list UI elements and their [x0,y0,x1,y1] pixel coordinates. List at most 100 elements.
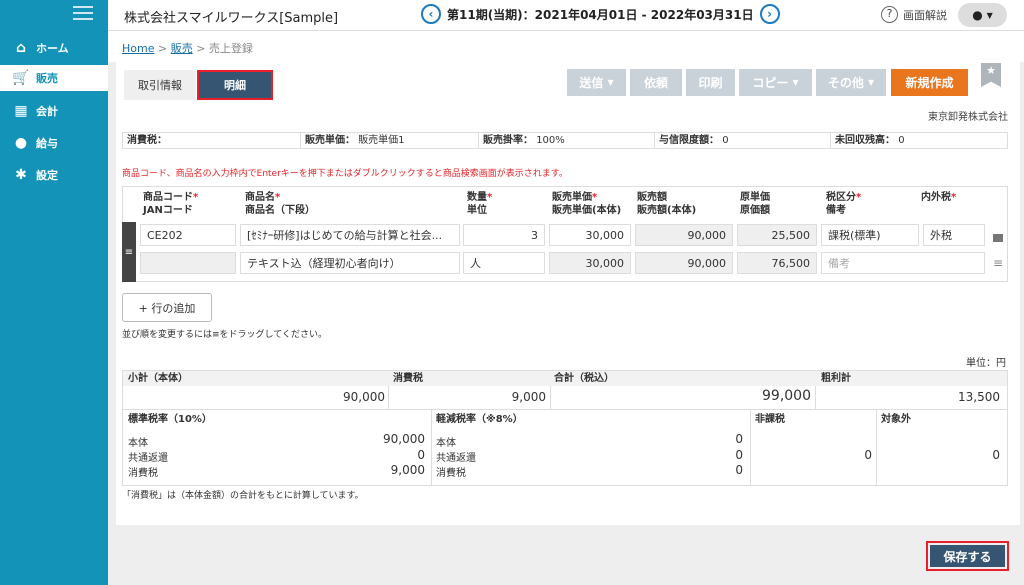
sidebar-item-label: 設定 [36,169,58,182]
user-icon: ● [972,8,983,22]
cost-input[interactable]: 25,500 [737,224,817,246]
required-mark: * [592,192,598,203]
question-icon: ? [881,6,898,23]
money-bag-icon: ● [14,135,28,151]
info-value: 100% [536,135,565,146]
qty-input[interactable]: 3 [463,224,545,246]
col-label: 販売単価(本体) [552,205,622,216]
tab-detail[interactable]: 明細 [197,70,273,100]
col-label: 販売単価 [552,192,592,203]
divider [550,386,551,409]
col-label: 税区分 [826,192,856,203]
sidebar-item-label: 会計 [36,105,58,118]
amount-field: 90,000 [635,224,733,246]
std-rate-label: 標準税率（10%） [128,414,212,425]
comment-icon[interactable] [993,234,1003,242]
add-row-button[interactable]: + 行の追加 [122,293,212,322]
info-credit: 与信限度額： 0 [655,133,831,148]
sidebar-item-accounting[interactable]: ▦ 会計 [0,98,108,124]
subtotal-value: 90,000 [343,390,385,404]
info-label: 販売掛率： [483,135,533,146]
request-button[interactable]: 依頼 [630,69,682,96]
std-rebate-label: 共通返還 [128,453,168,464]
sidebar-item-payroll[interactable]: ● 給与 [0,130,108,156]
jan-input[interactable] [140,252,236,274]
gross-label: 粗利計 [821,373,851,384]
info-value: 販売単価1 [358,135,405,146]
total-value: 99,000 [762,388,811,404]
sidebar-item-sales[interactable]: 🛒 販売 [0,65,108,91]
chevron-down-icon: ▼ [792,78,799,87]
tax-breakdown-row [123,409,1007,424]
user-menu-button[interactable]: ● ▼ [958,3,1007,27]
breadcrumb-home-link[interactable]: Home [122,42,154,55]
tax-total-label: 消費税 [393,373,423,384]
required-mark: * [487,192,493,203]
breadcrumb-separator: > [196,42,206,55]
info-tax: 消費税： [123,133,301,148]
total-label: 合計（税込） [554,373,614,384]
tax-incl-select[interactable]: 外税 [923,224,985,246]
unit-input[interactable]: 人 [463,252,545,274]
col-label: 商品名（下段） [245,205,315,216]
other-button[interactable]: その他 ▼ [816,69,886,96]
save-label: 保存する [930,545,1005,567]
col-label: 単位 [467,205,487,216]
next-period-button[interactable]: › [759,4,780,24]
red-tax-label: 消費税 [436,468,466,479]
info-value: 0 [898,135,905,146]
std-tax-label: 消費税 [128,468,158,479]
col-header-qty: 数量* 単位 [467,191,492,217]
info-rate: 販売掛率： 100% [479,133,655,148]
sidebar-item-settings[interactable]: ✱ 設定 [0,162,108,188]
tab-transaction-info[interactable]: 取引情報 [124,70,196,100]
price-ex-field: 30,000 [549,252,631,274]
col-header-price: 販売単価* 販売単価(本体) [552,191,621,217]
col-header-tax: 税区分* 備考 [826,191,861,217]
breadcrumb-sales-link[interactable]: 販売 [171,42,193,55]
send-button[interactable]: 送信 ▼ [567,69,626,96]
search-warning: 商品コード、商品名の入力枠内でEnterキーを押下またはダブルクリックすると商品… [122,169,568,179]
sidebar-item-home[interactable]: ⌂ ホーム [0,35,108,61]
cost-amount-field: 76,500 [737,252,817,274]
row-drag-handle[interactable]: ≡ [122,222,136,282]
new-create-button[interactable]: 新規作成 [891,69,968,96]
col-header-incl: 内外税* [921,191,956,204]
tax-footnote: 「消費税」は（本体金額）の合計をもとに計算しています。 [122,491,364,501]
totals-table: 小計（本体） 消費税 合計（税込） 粗利計 90,000 9,000 99,00… [122,370,1008,486]
code-input[interactable]: CE202 [140,224,236,246]
other-label: その他 [827,76,864,90]
help-button[interactable]: ? 画面解説 [881,6,947,23]
red-body-label: 本体 [436,438,456,449]
info-label: 未回収残高： [835,135,895,146]
subtotal-label: 小計（本体） [128,373,188,384]
chevron-down-icon: ▼ [607,78,614,87]
tax-category-select[interactable]: 課税(標準) [821,224,919,246]
price-input[interactable]: 30,000 [549,224,631,246]
sidebar-item-label: 給与 [36,137,58,150]
col-label: JANコード [143,205,193,216]
nontax-value: 0 [864,448,872,462]
gross-value: 13,500 [958,390,1000,404]
nontax-label: 非課税 [755,414,785,425]
print-button[interactable]: 印刷 [686,69,735,96]
name2-input[interactable]: テキスト込（経理初心者向け） [240,252,460,274]
col-label: 商品名 [245,192,275,203]
top-header: 株式会社スマイルワークス[Sample] ‹ 第11期(当期)：2021年04月… [108,0,1024,31]
help-label: 画面解説 [903,8,947,22]
std-rebate-value: 0 [417,448,425,462]
prev-period-button[interactable]: ‹ [421,4,441,24]
info-value: 0 [722,135,729,146]
save-button[interactable]: 保存する [926,541,1009,571]
name-input[interactable]: [ｾﾐﾅｰ研修]はじめての給与計算と社会... [240,224,460,246]
std-body-label: 本体 [128,438,148,449]
divider [876,409,877,485]
breadcrumb-current: 売上登録 [208,42,253,55]
std-body-value: 90,000 [383,432,425,446]
chevron-down-icon: ▼ [986,10,993,20]
copy-button[interactable]: コピー ▼ [739,69,812,96]
note-input[interactable]: 備考 [821,252,985,274]
col-label: 備考 [826,205,846,216]
hamburger-menu-icon[interactable] [73,6,93,22]
row-menu-icon[interactable]: ≡ [993,256,1003,270]
